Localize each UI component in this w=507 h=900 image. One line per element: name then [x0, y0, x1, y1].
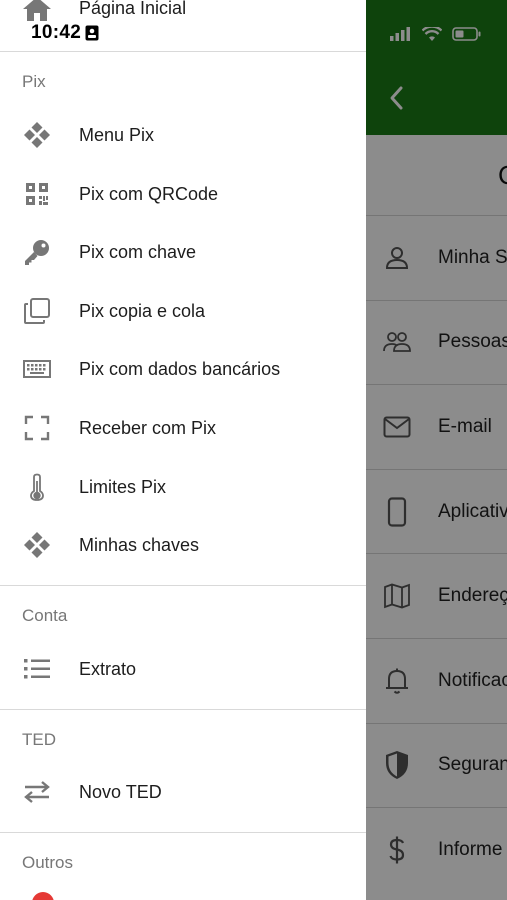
pix-icon [22, 530, 52, 560]
scan-frame-icon [22, 413, 52, 443]
section-divider [0, 832, 366, 833]
drawer-item-pix-dados-bancarios[interactable]: Pix com dados bancários [0, 344, 366, 394]
transfer-arrows-icon [22, 777, 52, 807]
section-title-ted: TED [22, 730, 56, 749]
drawer-item-menu-pix[interactable]: Menu Pix [0, 110, 366, 160]
drawer-item-label: Pix copia e cola [79, 300, 206, 321]
home-icon [23, 0, 51, 21]
drawer-item-receber-pix[interactable]: Receber com Pix [0, 403, 366, 453]
pix-icon [22, 120, 52, 150]
drawer-item-label: Pix com QRCode [79, 183, 219, 204]
clock-text: 10:42 [31, 22, 82, 43]
id-card-icon [85, 25, 99, 41]
drawer-item-extrato[interactable]: Extrato [0, 644, 366, 694]
drawer-item-label: Página Inicial [79, 0, 187, 18]
drawer-item-minhas-chaves[interactable]: Minhas chaves [0, 520, 366, 570]
qrcode-icon [22, 179, 52, 209]
drawer-item-label: Minhas chaves [79, 534, 200, 555]
outros-item-icon[interactable] [32, 892, 54, 900]
drawer-item-label: Receber com Pix [79, 417, 217, 438]
status-bar-time: 10:42 [31, 22, 99, 44]
drawer-item-pix-qrcode[interactable]: Pix com QRCode [0, 169, 366, 219]
drawer-item-pix-chave[interactable]: Pix com chave [0, 227, 366, 277]
key-icon [22, 237, 52, 267]
section-title-pix: Pix [22, 72, 46, 91]
drawer-item-label: Extrato [79, 658, 137, 679]
drawer-item-label: Limites Pix [79, 476, 167, 497]
copy-icon [22, 296, 52, 326]
drawer-item-label: Pix com dados bancários [79, 358, 281, 379]
section-divider [0, 709, 366, 710]
section-divider [0, 585, 366, 586]
drawer-item-label: Menu Pix [79, 124, 155, 145]
drawer-item-limites-pix[interactable]: Limites Pix [0, 462, 366, 512]
drawer-item-pix-copia-cola[interactable]: Pix copia e cola [0, 286, 366, 336]
thermometer-icon [22, 472, 52, 502]
drawer-item-label: Novo TED [79, 781, 162, 802]
list-icon [22, 654, 52, 684]
section-title-outros: Outros [22, 853, 74, 872]
drawer-item-novo-ted[interactable]: Novo TED [0, 767, 366, 817]
section-title-conta: Conta [22, 606, 68, 625]
drawer-item-label: Pix com chave [79, 241, 197, 262]
section-divider [0, 51, 366, 52]
keyboard-icon [22, 354, 52, 384]
navigation-drawer: Página Inicial 10:42 Pix Menu Pix Pix co… [0, 0, 366, 900]
